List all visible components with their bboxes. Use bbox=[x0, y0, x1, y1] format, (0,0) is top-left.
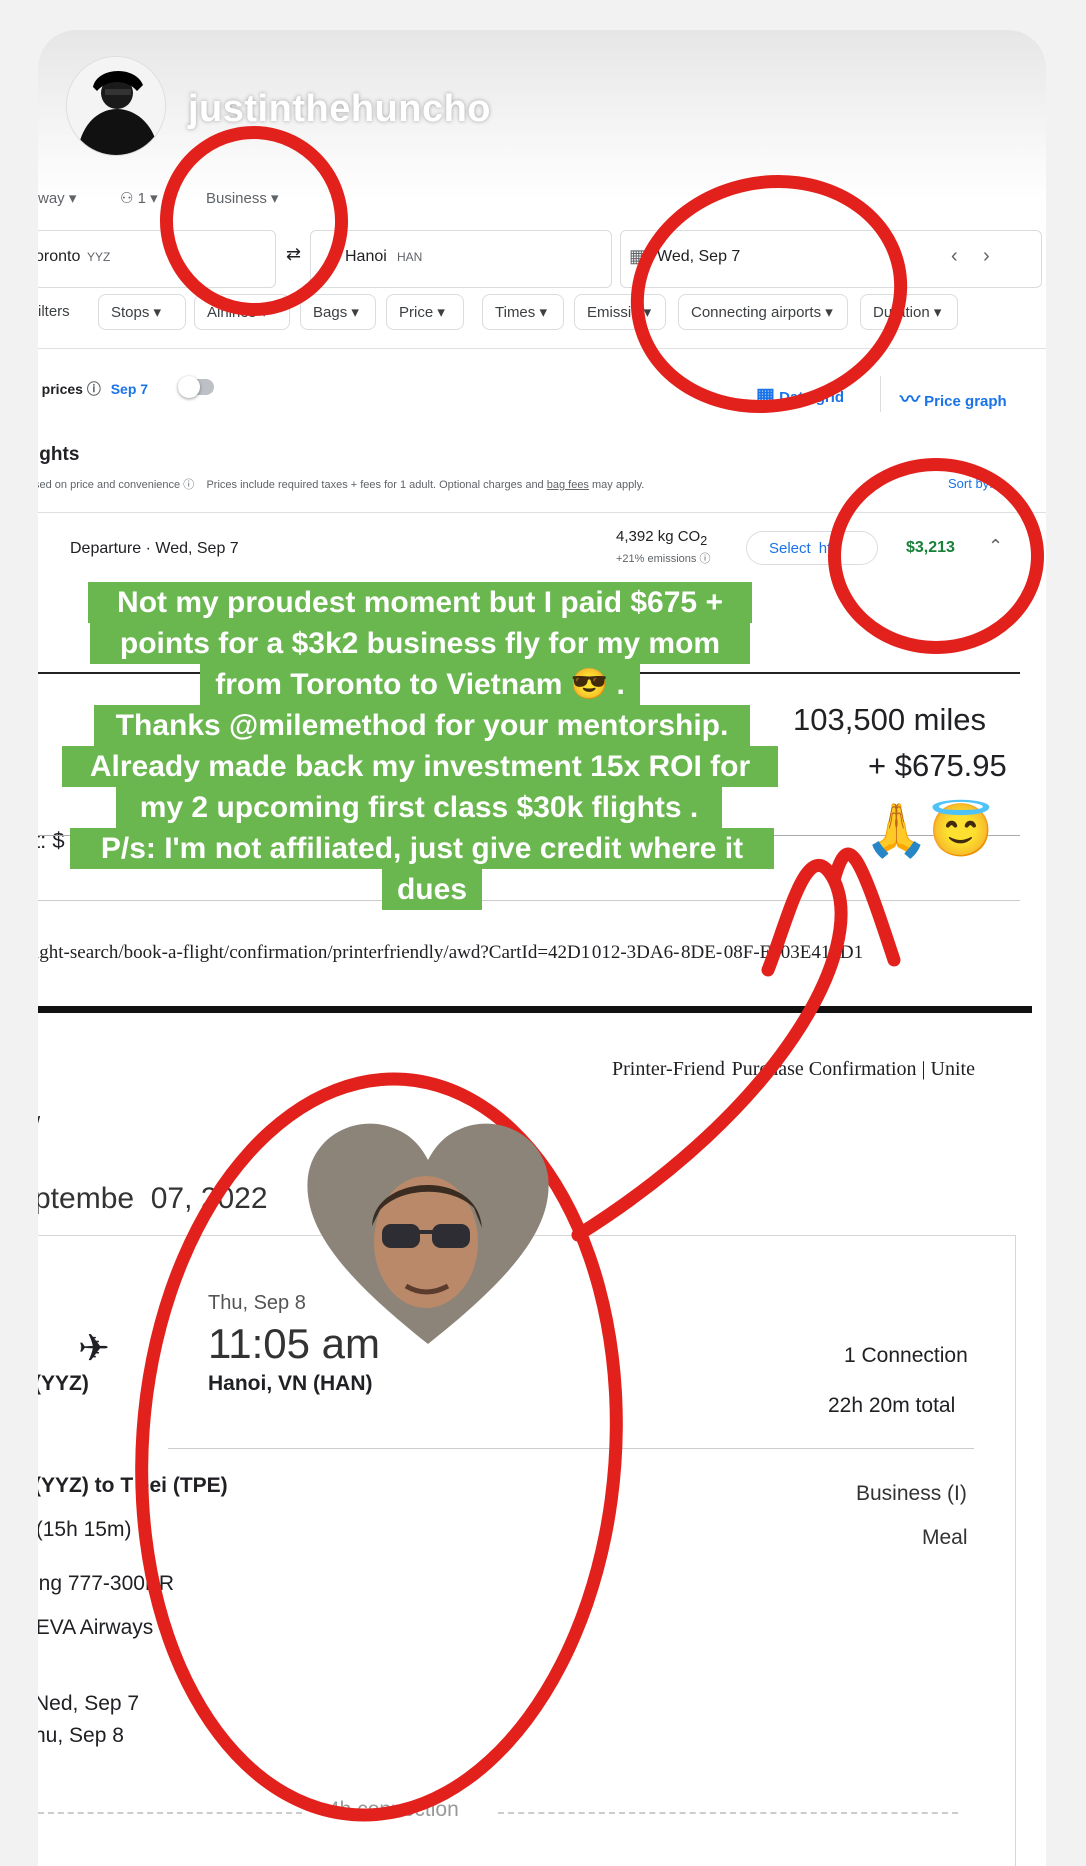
annotation-circle-price bbox=[828, 458, 1044, 654]
cash-amount: + $675.95 bbox=[868, 748, 1007, 783]
track-prices-label: k prices ⓘ Sep 7 bbox=[38, 381, 149, 397]
track-prices-toggle[interactable] bbox=[178, 376, 214, 398]
plane-icon: ✈ bbox=[78, 1328, 110, 1370]
departure-header: Departure · Wed, Sep 7 bbox=[70, 540, 239, 557]
annotation-arrow bbox=[571, 847, 901, 1242]
segment-duration: (15h 15m) bbox=[38, 1518, 132, 1541]
filter-times[interactable]: Times ▾ bbox=[482, 294, 564, 330]
divider bbox=[38, 348, 1046, 349]
info-icon: ⓘ bbox=[86, 381, 101, 397]
passengers-select[interactable]: ⚇ 1 ▾ bbox=[120, 189, 158, 207]
filter-bags[interactable]: Bags ▾ bbox=[300, 294, 376, 330]
emissions-pct: +21% emissions ⓘ bbox=[616, 553, 711, 565]
filter-price[interactable]: Price ▾ bbox=[386, 294, 464, 330]
prev-date-icon[interactable]: ‹ bbox=[951, 245, 958, 268]
meal-info: Meal bbox=[922, 1526, 968, 1549]
operating-airline: EVA Airways bbox=[38, 1616, 154, 1639]
cabin-class: Business (I) bbox=[856, 1482, 967, 1505]
emissions-value: 4,392 kg CO2 bbox=[616, 528, 708, 548]
destination-city: Hanoi bbox=[345, 248, 387, 265]
total-label: t: $ bbox=[38, 828, 65, 853]
trip-type-select[interactable]: way ▾ bbox=[38, 189, 76, 207]
avatar-image bbox=[67, 57, 165, 155]
avatar[interactable] bbox=[66, 56, 166, 156]
divider bbox=[498, 1812, 958, 1814]
caption-line-2: points for a $3k2 business fly for my mo… bbox=[90, 623, 750, 664]
caption-line-3: from Toronto to Vietnam 😎 . bbox=[200, 664, 640, 705]
destination-code: HAN bbox=[397, 250, 423, 264]
all-filters-button[interactable]: ilters bbox=[38, 294, 80, 330]
page-mark: / bbox=[38, 1112, 40, 1138]
caption-line-1: Not my proudest moment but I paid $675 + bbox=[88, 582, 752, 623]
price-graph-button[interactable]: 〰 Price graph bbox=[900, 383, 1007, 412]
caption-line-4: Thanks @milemethod for your mentorship. bbox=[94, 705, 750, 746]
origin-city: oronto bbox=[38, 248, 81, 265]
story-username[interactable]: justinthehuncho bbox=[188, 88, 491, 131]
person-icon: ⚇ bbox=[120, 190, 134, 207]
connection-count: 1 Connection bbox=[844, 1344, 968, 1367]
caption-line-5: Already made back my investment 15x ROI … bbox=[62, 746, 778, 787]
caption-line-8: dues bbox=[382, 869, 482, 910]
price-graph-icon: 〰 bbox=[900, 389, 920, 411]
divider bbox=[880, 376, 881, 412]
story-frame: way ▾ ⚇ 1 ▾ Business ▾ oronto YYZ ⇄ Hano… bbox=[38, 30, 1046, 1866]
ranking-note: sed on price and convenience ⓘ Prices in… bbox=[38, 479, 645, 491]
arrival-date: hu, Sep 8 bbox=[38, 1724, 124, 1747]
departure-date: Ned, Sep 7 bbox=[38, 1692, 140, 1715]
divider bbox=[38, 1812, 302, 1814]
origin-airport: (YYZ) bbox=[38, 1372, 89, 1395]
miles-amount: 103,500 miles bbox=[793, 702, 987, 737]
total-duration: 22h 20m total bbox=[828, 1394, 956, 1417]
origin-code: YYZ bbox=[87, 250, 111, 264]
destination-field[interactable]: Hanoi HAN bbox=[310, 230, 612, 288]
section-title: ights bbox=[38, 444, 80, 465]
next-date-icon[interactable]: › bbox=[983, 245, 990, 268]
selfie-heart-sticker bbox=[307, 1123, 549, 1344]
filter-stops[interactable]: Stops ▾ bbox=[98, 294, 186, 330]
